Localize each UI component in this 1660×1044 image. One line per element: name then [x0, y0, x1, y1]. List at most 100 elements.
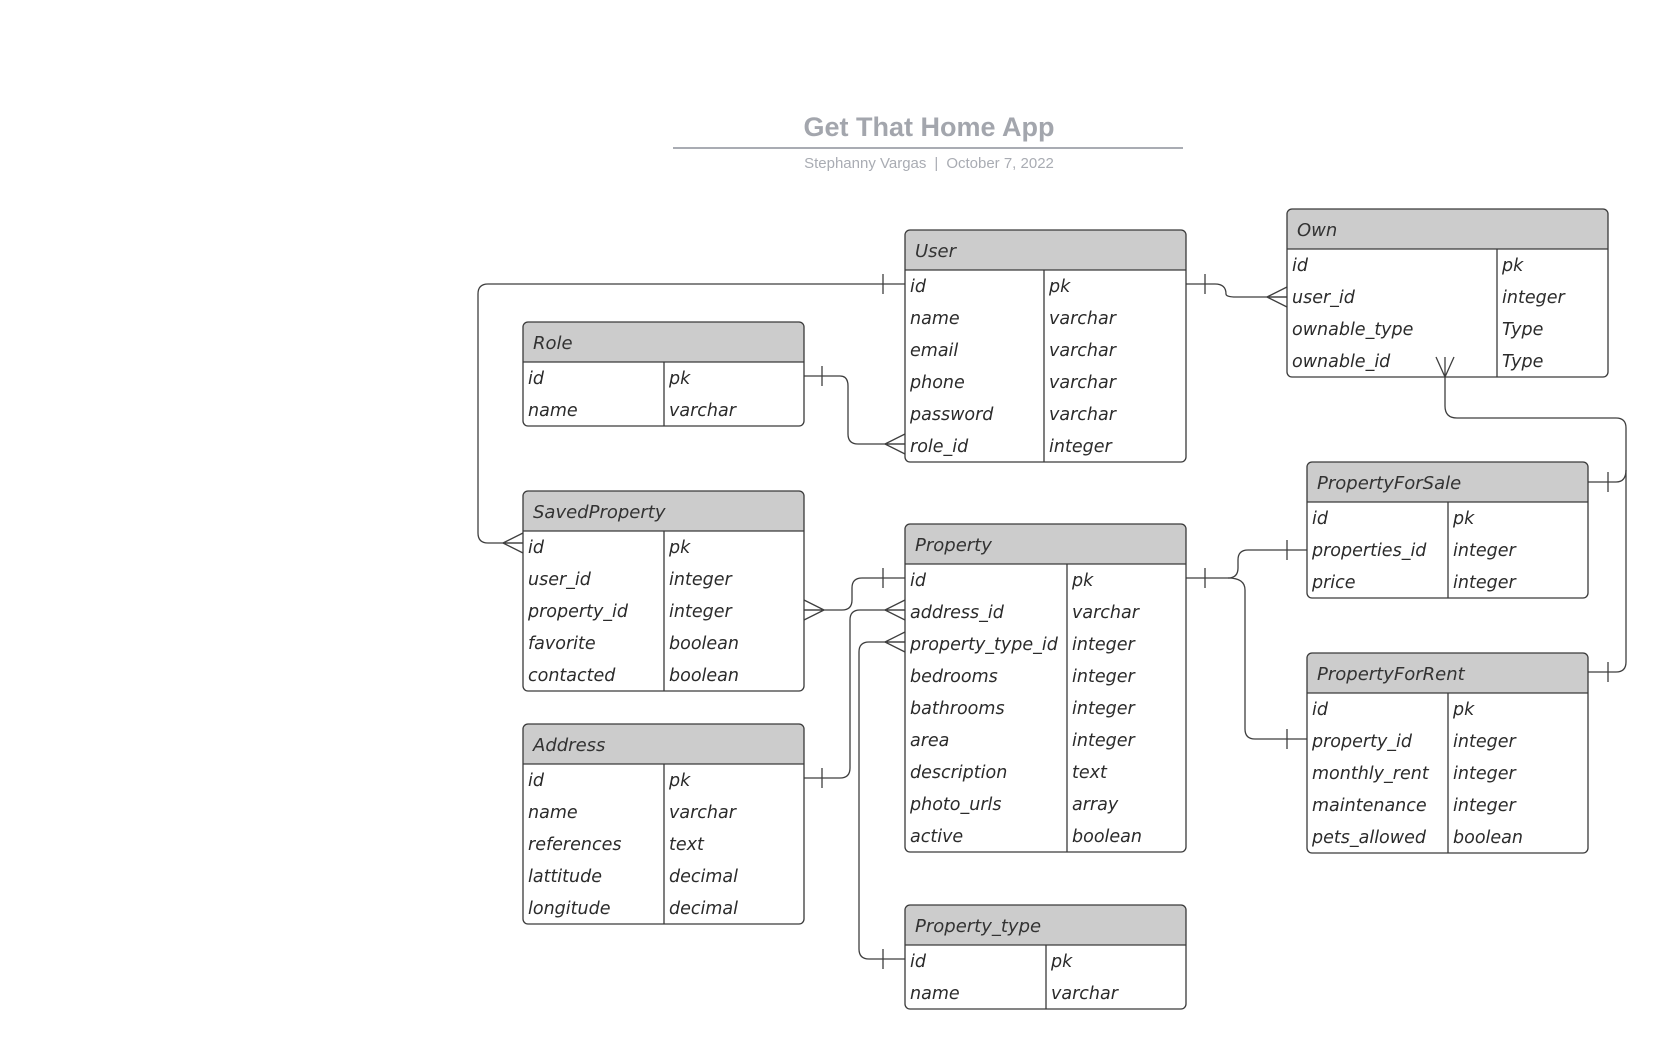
- field-type: integer: [1453, 732, 1517, 752]
- field-type: decimal: [669, 899, 738, 919]
- field-row: phone varchar: [909, 373, 1118, 393]
- entity-own: Ownid pkuser_id integerownable_type Typeown…: [1286, 208, 1609, 378]
- field-row: id pk: [910, 277, 1071, 297]
- field-type: integer: [1049, 437, 1113, 457]
- field-name: pets_allowed: [1311, 828, 1427, 848]
- field-row: property_type_id integer: [909, 635, 1136, 655]
- field-row: monthly_rent integer: [1312, 764, 1517, 784]
- connector-role-user: [804, 375, 905, 445]
- field-name: id: [1312, 700, 1329, 720]
- field-type: boolean: [1072, 827, 1142, 847]
- field-type: varchar: [1049, 309, 1118, 329]
- many-marker: [1266, 286, 1288, 308]
- field-row: id pk: [910, 952, 1073, 972]
- field-row: property_id integer: [527, 602, 733, 622]
- field-row: ownable_type Type: [1292, 320, 1543, 340]
- entity-tables: User id pk name varchar email varchar phone varc…: [522, 208, 1609, 1010]
- field-type: varchar: [669, 803, 738, 823]
- entity-address: Address id pk name varchar references text latt…: [522, 723, 805, 925]
- field-type: integer: [1453, 573, 1517, 593]
- field-type: pk: [668, 369, 691, 389]
- field-name: maintenance: [1312, 796, 1427, 816]
- field-row: properties_id integer: [1311, 541, 1517, 561]
- field-row: longitude decimal: [528, 899, 738, 919]
- entity-name: Own: [1297, 220, 1337, 241]
- many-marker: [502, 532, 524, 554]
- field-name: name: [528, 401, 578, 421]
- field-type: integer: [1072, 731, 1136, 751]
- field-row: ownable_id Type: [1292, 352, 1543, 372]
- entity-property_type: Property_typeid pk name varchar: [904, 904, 1187, 1010]
- field-name: address_id: [910, 603, 1005, 623]
- field-type: varchar: [1072, 603, 1141, 623]
- field-row: pets_allowed boolean: [1311, 828, 1523, 848]
- field-row: lattitude decimal: [528, 867, 738, 887]
- many-marker: [803, 599, 825, 621]
- field-row: description text: [910, 763, 1108, 783]
- field-row: bedrooms integer: [910, 667, 1136, 687]
- entity-name: Property_type: [915, 916, 1041, 937]
- entity-name: SavedProperty: [533, 502, 666, 523]
- field-row: id pk: [1312, 509, 1475, 529]
- field-name: property_type_id: [909, 635, 1059, 655]
- field-name: references: [528, 835, 621, 855]
- field-name: lattitude: [528, 867, 602, 887]
- field-type: integer: [1072, 667, 1136, 687]
- field-name: active: [910, 827, 963, 847]
- field-row: contacted boolean: [528, 666, 739, 686]
- field-type: boolean: [669, 634, 739, 654]
- field-name: name: [528, 803, 578, 823]
- field-row: id pk: [1292, 256, 1524, 276]
- connector-propertytype-property: [858, 641, 905, 960]
- field-type: pk: [1071, 571, 1094, 591]
- connector-address-property: [804, 609, 905, 779]
- field-row: id pk: [1312, 700, 1475, 720]
- field-row: id pk: [528, 771, 691, 791]
- field-name: property_id: [1311, 732, 1413, 752]
- many-marker: [1435, 356, 1455, 378]
- field-type: Type: [1502, 320, 1543, 340]
- field-row: price integer: [1311, 573, 1517, 593]
- field-name: bedrooms: [910, 667, 998, 687]
- field-type: varchar: [1049, 373, 1118, 393]
- field-row: name varchar: [910, 984, 1120, 1004]
- field-row: id pk: [528, 538, 691, 558]
- many-marker: [884, 599, 906, 621]
- field-row: role_id integer: [910, 437, 1113, 457]
- field-name: role_id: [910, 437, 969, 457]
- field-row: email varchar: [910, 341, 1118, 361]
- field-name: ownable_type: [1292, 320, 1413, 340]
- field-name: contacted: [528, 666, 616, 686]
- field-name: longitude: [528, 899, 610, 919]
- entity-name: Property: [915, 535, 992, 556]
- field-row: area integer: [910, 731, 1136, 751]
- field-row: favorite boolean: [528, 634, 739, 654]
- field-type: text: [1072, 763, 1108, 783]
- field-name: phone: [909, 373, 965, 393]
- field-name: description: [910, 763, 1007, 783]
- field-type: pk: [668, 771, 691, 791]
- field-type: pk: [668, 538, 691, 558]
- field-type: varchar: [1051, 984, 1120, 1004]
- field-type: array: [1072, 795, 1119, 815]
- field-row: maintenance integer: [1312, 796, 1517, 816]
- field-row: photo_urls array: [909, 795, 1119, 815]
- field-row: address_id varchar: [910, 603, 1141, 623]
- field-type: boolean: [669, 666, 739, 686]
- field-type: decimal: [669, 867, 738, 887]
- entity-role: Role id pk name varchar: [522, 321, 805, 427]
- er-diagram: User id pk name varchar email varchar phone varc…: [477, 208, 1627, 1010]
- field-name: id: [910, 952, 927, 972]
- field-type: pk: [1452, 700, 1475, 720]
- field-name: id: [528, 771, 545, 791]
- field-type: pk: [1501, 256, 1524, 276]
- field-name: favorite: [528, 634, 596, 654]
- field-type: integer: [1502, 288, 1566, 308]
- field-row: name varchar: [528, 803, 738, 823]
- connector-own-propertyforsale: [1588, 469, 1627, 483]
- field-row: user_id integer: [1292, 288, 1566, 308]
- field-type: pk: [1452, 509, 1475, 529]
- field-type: integer: [1453, 541, 1517, 561]
- field-type: integer: [1453, 764, 1517, 784]
- field-name: property_id: [527, 602, 629, 622]
